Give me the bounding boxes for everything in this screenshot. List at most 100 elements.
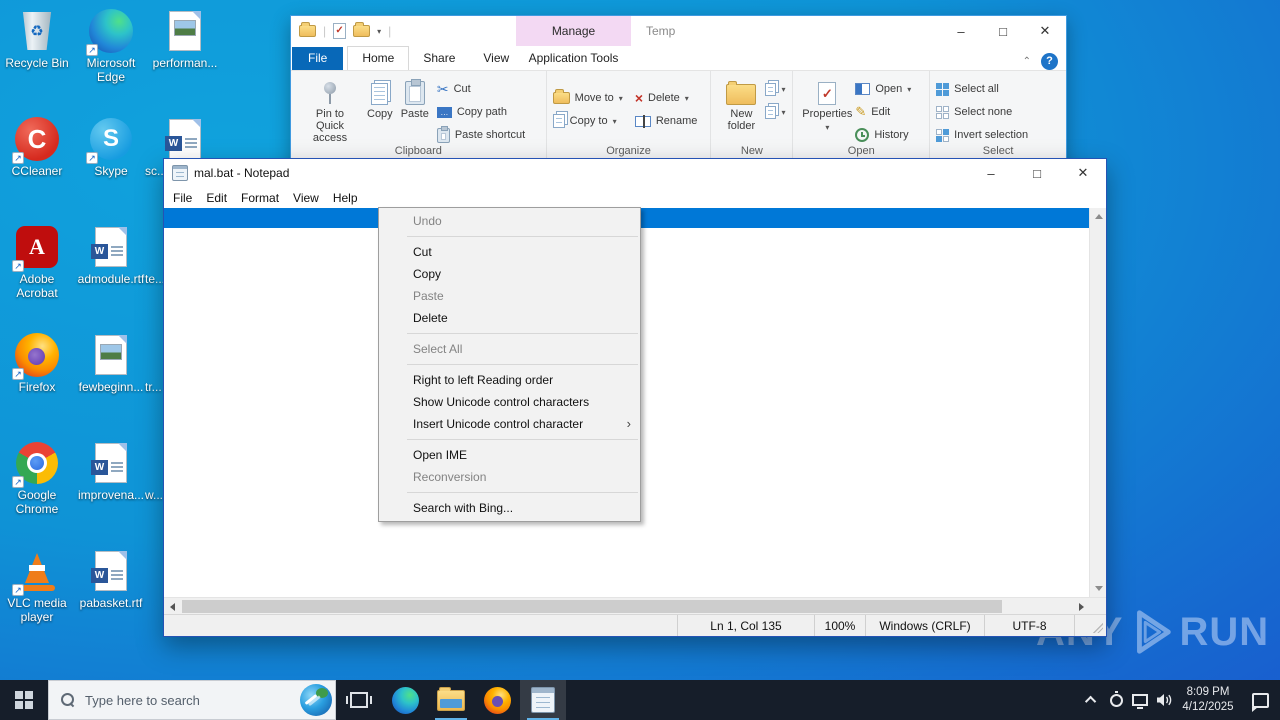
close-icon[interactable]: ✕	[1024, 16, 1066, 46]
menu-help[interactable]: Help	[326, 189, 365, 207]
menu-edit[interactable]: Edit	[199, 189, 234, 207]
taskbar-notepad-button[interactable]	[520, 680, 566, 720]
task-view-button[interactable]	[336, 680, 382, 720]
tab-application-tools[interactable]: Application Tools	[516, 47, 631, 70]
help-icon[interactable]: ?	[1041, 53, 1058, 70]
folder-icon[interactable]	[353, 22, 371, 37]
select-none-button[interactable]: Select none	[936, 102, 1028, 122]
edit-button[interactable]: ✎ Edit	[855, 102, 911, 122]
new-item-button[interactable]: ▾	[765, 79, 785, 99]
history-button[interactable]: History	[855, 125, 911, 145]
button-label: Pin to Quick access	[312, 108, 348, 144]
collapse-ribbon-icon[interactable]: ⌃	[1023, 56, 1031, 67]
menu-item-reconversion[interactable]: Reconversion	[379, 466, 640, 488]
horizontal-scrollbar[interactable]	[164, 597, 1106, 614]
menu-item-undo[interactable]: Undo	[379, 210, 640, 232]
desktop-icon-pabasket[interactable]: W pabasket.rtf	[75, 548, 147, 611]
scrollbar-thumb[interactable]	[182, 600, 1002, 613]
tray-app-icon[interactable]	[1104, 680, 1128, 720]
explorer-titlebar[interactable]: | ✓ ▾ | Manage Temp – □ ✕	[291, 16, 1066, 46]
image-file-icon	[95, 335, 127, 375]
cut-button[interactable]: ✂ Cut	[437, 79, 525, 99]
rename-button[interactable]: Rename	[634, 111, 697, 131]
network-icon[interactable]	[1128, 680, 1152, 720]
menu-item-copy[interactable]: Copy	[379, 263, 640, 285]
menu-item-rtl-reading-order[interactable]: Right to left Reading order	[379, 369, 640, 391]
copy-path-button[interactable]: … Copy path	[436, 102, 525, 122]
desktop-icon-firefox[interactable]: ↗ Firefox	[1, 332, 73, 395]
button-label: Select all	[954, 83, 999, 95]
menu-format[interactable]: Format	[234, 189, 286, 207]
menu-item-show-unicode-control-characters[interactable]: Show Unicode control characters	[379, 391, 640, 413]
menu-item-delete[interactable]: Delete	[379, 307, 640, 329]
desktop-icon-vlc[interactable]: ↗ VLC media player	[1, 548, 73, 625]
copy-button[interactable]: Copy	[363, 76, 397, 123]
taskbar-clock[interactable]: 8:09 PM 4/12/2025	[1176, 685, 1240, 715]
button-label: Paste	[400, 108, 429, 120]
open-button[interactable]: Open ▾	[855, 79, 911, 99]
taskbar-firefox-button[interactable]	[474, 680, 520, 720]
scroll-left-icon[interactable]	[164, 598, 181, 615]
desktop-icon-adobe-acrobat[interactable]: A ↗ Adobe Acrobat	[1, 224, 73, 301]
paste-button[interactable]: Paste	[397, 76, 433, 123]
desktop-icon-admodule[interactable]: W admodule.rtf	[75, 224, 147, 287]
paste-shortcut-button[interactable]: Paste shortcut	[436, 125, 525, 145]
easy-access-button[interactable]: ▾	[765, 102, 785, 122]
maximize-icon[interactable]: □	[1014, 159, 1060, 187]
tab-file[interactable]: File	[292, 47, 344, 70]
tab-share[interactable]: Share	[409, 47, 469, 70]
qat-dropdown-icon[interactable]: ▾	[377, 27, 381, 36]
notepad-titlebar[interactable]: mal.bat - Notepad – □ ✕	[164, 159, 1106, 187]
tray-chevron-up-icon[interactable]	[1080, 680, 1104, 720]
button-label: Properties	[802, 108, 853, 120]
folder-icon[interactable]	[299, 22, 316, 37]
menu-item-select-all[interactable]: Select All	[379, 338, 640, 360]
menu-view[interactable]: View	[286, 189, 326, 207]
menu-item-cut[interactable]: Cut	[379, 241, 640, 263]
shortcut-arrow-icon: ↗	[12, 584, 24, 596]
desktop-icon-skype[interactable]: S ↗ Skype	[75, 116, 147, 179]
volume-icon[interactable]	[1152, 680, 1176, 720]
scroll-up-icon[interactable]	[1090, 208, 1107, 225]
desktop-icon-performan[interactable]: performan...	[149, 8, 221, 71]
copy-to-button[interactable]: Copy to ▾	[552, 111, 623, 131]
properties-icon[interactable]: ✓	[333, 23, 347, 39]
desktop-icon-recycle-bin[interactable]: ♻ Recycle Bin	[1, 8, 73, 71]
action-center-icon[interactable]	[1240, 680, 1280, 720]
close-icon[interactable]: ✕	[1060, 159, 1106, 187]
desktop-icon-microsoft-edge[interactable]: ↗ Microsoft Edge	[75, 8, 147, 85]
minimize-icon[interactable]: –	[940, 16, 982, 46]
move-to-button[interactable]: Move to ▾	[552, 88, 623, 108]
menu-item-search-with-bing[interactable]: Search with Bing...	[379, 497, 640, 519]
invert-selection-button[interactable]: Invert selection	[936, 125, 1028, 145]
desktop-icon-fewbeginn[interactable]: fewbeginn...	[75, 332, 147, 395]
file-explorer-icon	[437, 686, 465, 711]
menu-item-open-ime[interactable]: Open IME	[379, 444, 640, 466]
delete-button[interactable]: × Delete ▾	[635, 88, 698, 108]
pin-to-quick-access-button[interactable]: Pin to Quick access	[297, 76, 363, 147]
menu-item-insert-unicode-control-character[interactable]: Insert Unicode control character ›	[379, 413, 640, 435]
scroll-right-icon[interactable]	[1073, 598, 1090, 615]
desktop-icon-ccleaner[interactable]: C ↗ CCleaner	[1, 116, 73, 179]
taskbar-search-box[interactable]: Type here to search	[48, 680, 336, 720]
desktop-icon-improvena[interactable]: W improvena...	[75, 440, 147, 503]
new-folder-button[interactable]: New folder	[717, 76, 765, 135]
ribbon: ⌃ ? Pin to Quick access Copy Paste ✂ Cut	[291, 53, 1066, 159]
resize-grip[interactable]	[1074, 615, 1106, 636]
select-all-button[interactable]: Select all	[936, 79, 1028, 99]
menu-item-paste[interactable]: Paste	[379, 285, 640, 307]
menu-file[interactable]: File	[166, 189, 199, 207]
start-button[interactable]	[0, 680, 48, 720]
taskbar-edge-button[interactable]	[382, 680, 428, 720]
scroll-down-icon[interactable]	[1090, 580, 1107, 597]
desktop-icon-label: Google Chrome	[15, 488, 59, 516]
minimize-icon[interactable]: –	[968, 159, 1014, 187]
vertical-scrollbar[interactable]	[1089, 208, 1106, 597]
image-file-icon	[169, 11, 201, 51]
manage-ribbon-tab[interactable]: Manage	[516, 16, 631, 46]
taskbar-file-explorer-button[interactable]	[428, 680, 474, 720]
desktop-icon-google-chrome[interactable]: ↗ Google Chrome	[1, 440, 73, 517]
tab-home[interactable]: Home	[347, 46, 410, 70]
properties-button[interactable]: ✓ Properties ▾	[799, 76, 855, 135]
maximize-icon[interactable]: □	[982, 16, 1024, 46]
